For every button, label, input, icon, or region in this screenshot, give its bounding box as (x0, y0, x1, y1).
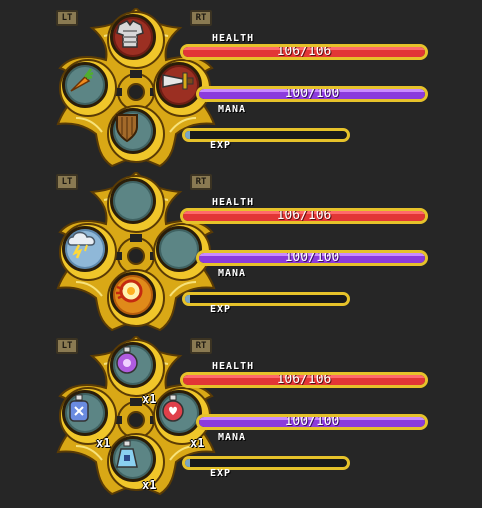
mana-label: MANA (218, 432, 247, 443)
exp-bar (182, 456, 350, 470)
quantity-left: x1 (96, 436, 111, 450)
radial-item-wheel (52, 172, 220, 332)
slot-right[interactable] (156, 390, 202, 436)
quantity-bottom: x1 (142, 478, 157, 492)
health-label: HEALTH (212, 197, 255, 208)
health-bar: 106/106 (180, 208, 428, 224)
slot-bottom[interactable] (110, 272, 156, 318)
health-value: 106/106 (276, 372, 332, 387)
health-value: 106/106 (276, 208, 332, 223)
slot-left[interactable] (62, 62, 108, 108)
exp-fill (185, 459, 190, 467)
exp-fill (185, 295, 190, 303)
slot-right[interactable] (156, 62, 202, 108)
mana-value: 100/100 (284, 86, 340, 101)
quantity-top: x1 (142, 392, 157, 406)
health-label: HEALTH (212, 33, 255, 44)
mana-value: 100/100 (284, 250, 340, 265)
exp-label: EXP (210, 140, 232, 151)
exp-bar (182, 128, 350, 142)
slot-left[interactable] (62, 226, 108, 272)
health-bar: 106/106 (180, 372, 428, 388)
health-label: HEALTH (212, 361, 255, 372)
mana-label: MANA (218, 104, 247, 115)
slot-left[interactable] (62, 390, 108, 436)
slot-top[interactable] (110, 14, 156, 60)
exp-fill (185, 131, 190, 139)
slot-bottom[interactable] (110, 108, 156, 154)
mana-value: 100/100 (284, 414, 340, 429)
slot-bottom[interactable] (110, 436, 156, 482)
exp-bar (182, 292, 350, 306)
radial-item-wheel (52, 8, 220, 168)
quantity-right: x1 (190, 436, 205, 450)
exp-label: EXP (210, 468, 232, 479)
slot-top[interactable] (110, 342, 156, 388)
mana-bar: 100/100 (196, 86, 428, 102)
slot-top-empty[interactable] (110, 178, 156, 224)
mana-bar: 100/100 (196, 250, 428, 266)
health-value: 106/106 (276, 44, 332, 59)
mana-bar: 100/100 (196, 414, 428, 430)
radial-item-wheel: x1 x1 x1 x1 (52, 336, 220, 496)
mana-label: MANA (218, 268, 247, 279)
hud-spells: LT RT HEALTH 106/106 100/100 MANA EXP (0, 164, 482, 334)
health-bar: 106/106 (180, 44, 428, 60)
hud-potions: LT RT x1 x1 x1 x1 HEALTH 106/106 100/100… (0, 328, 482, 498)
hud-equipment: LT RT HEALTH 106/106 100/100 MANA EXP (0, 0, 482, 170)
slot-right-empty[interactable] (156, 226, 202, 272)
exp-label: EXP (210, 304, 232, 315)
